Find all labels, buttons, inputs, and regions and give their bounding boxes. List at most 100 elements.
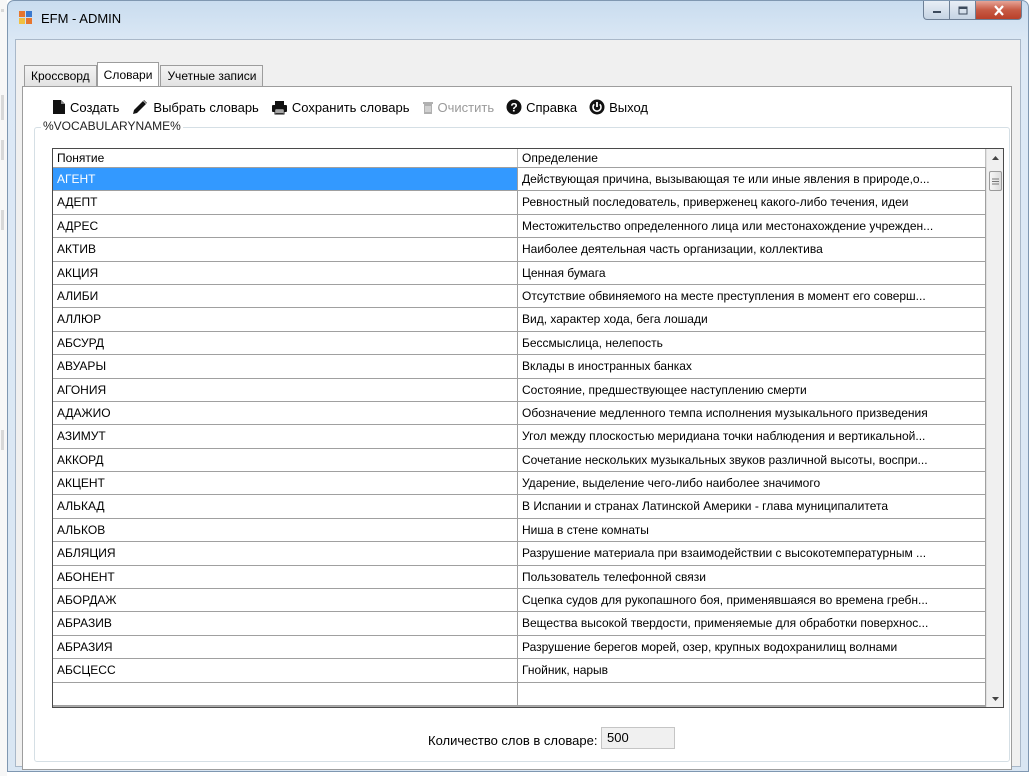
word-count-label: Количество слов в словаре:	[428, 733, 598, 748]
term-cell[interactable]: АЛЬКОВ	[53, 518, 518, 543]
table-row[interactable]: АВУАРЫ Вклады в иностранных банках	[53, 355, 986, 379]
definition-cell[interactable]: Отсутствие обвиняемого на месте преступл…	[518, 284, 986, 309]
term-cell[interactable]: АЗИМУТ	[53, 425, 518, 449]
table-row[interactable]: АБЛЯЦИЯ Разрушение материала при взаимоде…	[53, 542, 986, 566]
definition-cell[interactable]: Ревностный последователь, приверженец ка…	[518, 191, 986, 215]
definition-cell[interactable]: Действующая причина, вызывающая те или и…	[518, 168, 986, 192]
definition-cell[interactable]: Состояние, предшествующее наступлению см…	[518, 378, 986, 402]
table-row[interactable]: АКТИВ Наиболее деятельная часть организац…	[53, 238, 986, 262]
save-vocabulary-label: Сохранить словарь	[291, 99, 410, 115]
term-cell[interactable]: АДАЖИО	[53, 401, 518, 426]
table-row[interactable]	[53, 682, 986, 706]
table-row[interactable]: АДРЕС Местожительство определенного лица …	[53, 214, 986, 239]
minimize-button[interactable]	[923, 1, 950, 20]
save-vocabulary-button[interactable]: Сохранить словарь	[271, 100, 410, 115]
tab-accounts[interactable]: Учетные записи	[160, 65, 264, 86]
table-row[interactable]: АККОРД Сочетание нескольких музыкальных з…	[53, 448, 986, 473]
maximize-icon	[958, 6, 967, 14]
definition-cell[interactable]: Ценная бумага	[518, 261, 986, 285]
definition-cell[interactable]: Гнойник, нарыв	[518, 659, 986, 683]
create-button[interactable]: Создать	[52, 99, 119, 115]
table-row[interactable]: АБСУРД Бессмыслица, нелепость	[53, 331, 986, 356]
definition-cell[interactable]: Местожительство определенного лица или м…	[518, 214, 986, 239]
term-cell[interactable]: АЛЛЮР	[53, 308, 518, 332]
term-cell[interactable]: АДЕПТ	[53, 191, 518, 215]
definition-cell[interactable]: Сочетание нескольких музыкальных звуков …	[518, 448, 986, 473]
tab-crossword[interactable]: Кроссворд	[24, 65, 97, 86]
term-cell[interactable]: АБРАЗИЯ	[53, 635, 518, 660]
term-cell[interactable]: АБСУРД	[53, 331, 518, 356]
table-row[interactable]: АБСЦЕСС Гнойник, нарыв	[53, 659, 986, 683]
close-button[interactable]	[976, 1, 1022, 20]
table-row[interactable]: АКЦИЯ Ценная бумага	[53, 261, 986, 285]
table-row[interactable]: АКЦЕНТ Ударение, выделение чего-либо наиб…	[53, 472, 986, 496]
table-row[interactable]: АЛЬКАД В Испании и странах Латинской Амер…	[53, 495, 986, 519]
definition-cell[interactable]: Вклады в иностранных банках	[518, 355, 986, 379]
table-row[interactable]: АГОНИЯ Состояние, предшествующее наступле…	[53, 378, 986, 402]
table-row[interactable]: АЛИБИ Отсутствие обвиняемого на месте пре…	[53, 284, 986, 309]
definition-cell[interactable]: Угол между плоскостью меридиана точки на…	[518, 425, 986, 449]
vocabulary-grid[interactable]: Понятие Определение АГЕНТ Действующая при…	[52, 148, 1004, 708]
definition-cell[interactable]: Ударение, выделение чего-либо наиболее з…	[518, 472, 986, 496]
definition-cell[interactable]: Ниша в стене комнаты	[518, 518, 986, 543]
caption-buttons	[923, 1, 1022, 21]
column-header-definition[interactable]: Определение	[518, 149, 986, 167]
app-icon	[19, 11, 32, 24]
term-cell[interactable]: АЛИБИ	[53, 284, 518, 309]
title-bar[interactable]: EFM - ADMIN	[8, 1, 1028, 39]
term-cell[interactable]: АЛЬКАД	[53, 495, 518, 519]
pencil-icon	[133, 100, 148, 114]
table-row[interactable]: АБРАЗИВ Вещества высокой твердости, приме…	[53, 612, 986, 636]
table-row[interactable]: АБРАЗИЯ Разрушение берегов морей, озер, к…	[53, 635, 986, 660]
definition-cell[interactable]	[518, 682, 986, 706]
term-cell[interactable]: АБРАЗИВ	[53, 612, 518, 636]
toolbar: Создать Выбрать словарь Сохранить словар…	[52, 96, 660, 118]
definition-cell[interactable]: Вид, характер хода, бега лошади	[518, 308, 986, 332]
definition-cell[interactable]: Разрушение берегов морей, озер, крупных …	[518, 635, 986, 660]
term-cell[interactable]: АБЛЯЦИЯ	[53, 542, 518, 566]
table-row[interactable]: АБОРДАЖ Сцепка судов для рукопашного боя,…	[53, 589, 986, 613]
term-cell[interactable]: АКЦЕНТ	[53, 472, 518, 496]
tab-vocabularies[interactable]: Словари	[96, 62, 160, 86]
exit-button[interactable]: Выход	[589, 99, 648, 115]
term-cell[interactable]: АГЕНТ	[53, 168, 518, 192]
table-row[interactable]: АЛЛЮР Вид, характер хода, бега лошади	[53, 308, 986, 332]
term-cell[interactable]: АКТИВ	[53, 238, 518, 262]
table-row[interactable]: АДАЖИО Обозначение медленного темпа испол…	[53, 401, 986, 426]
scroll-thumb[interactable]	[989, 171, 1002, 191]
term-cell[interactable]: АБСЦЕСС	[53, 659, 518, 683]
vocabulary-name: %VOCABULARYNAME%	[41, 119, 183, 133]
clear-button[interactable]: Очистить	[422, 100, 494, 115]
definition-cell[interactable]: Бессмыслица, нелепость	[518, 331, 986, 356]
definition-cell[interactable]: Пользователь телефонной связи	[518, 565, 986, 590]
definition-cell[interactable]: Разрушение материала при взаимодействии …	[518, 542, 986, 566]
table-row[interactable]: АЛЬКОВ Ниша в стене комнаты	[53, 518, 986, 543]
term-cell[interactable]	[53, 682, 518, 706]
table-row[interactable]: АБОНЕНТ Пользователь телефонной связи	[53, 565, 986, 590]
close-icon	[993, 4, 1004, 16]
select-vocabulary-button[interactable]: Выбрать словарь	[131, 99, 259, 115]
term-cell[interactable]: АГОНИЯ	[53, 378, 518, 402]
definition-cell[interactable]: Вещества высокой твердости, применяемые …	[518, 612, 986, 636]
definition-cell[interactable]: В Испании и странах Латинской Америки - …	[518, 495, 986, 519]
scroll-down-button[interactable]	[987, 690, 1003, 707]
table-row[interactable]: АГЕНТ Действующая причина, вызывающая те …	[53, 168, 986, 192]
maximize-button[interactable]	[950, 1, 976, 20]
term-cell[interactable]: АКЦИЯ	[53, 261, 518, 285]
term-cell[interactable]: АБОРДАЖ	[53, 589, 518, 613]
scroll-up-button[interactable]	[987, 149, 1003, 166]
table-row[interactable]: АДЕПТ Ревностный последователь, привержен…	[53, 191, 986, 215]
table-row[interactable]: АЗИМУТ Угол между плоскостью меридиана то…	[53, 425, 986, 449]
term-cell[interactable]: АБОНЕНТ	[53, 565, 518, 590]
definition-cell[interactable]: Наиболее деятельная часть организации, к…	[518, 238, 986, 262]
help-button[interactable]: ? Справка	[506, 99, 577, 115]
term-cell[interactable]: АВУАРЫ	[53, 355, 518, 379]
definition-cell[interactable]: Обозначение медленного темпа исполнения …	[518, 401, 986, 426]
power-icon	[589, 99, 605, 115]
definition-cell[interactable]: Сцепка судов для рукопашного боя, примен…	[518, 589, 986, 613]
column-header-term[interactable]: Понятие	[53, 149, 518, 167]
term-cell[interactable]: АККОРД	[53, 448, 518, 473]
minimize-icon	[932, 11, 941, 13]
vertical-scrollbar[interactable]	[986, 149, 1003, 707]
term-cell[interactable]: АДРЕС	[53, 214, 518, 239]
